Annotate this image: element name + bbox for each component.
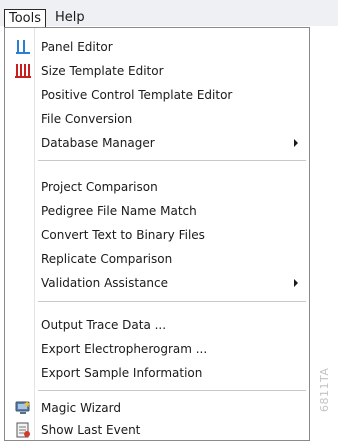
menu-item-database-manager[interactable]: Database Manager (5, 132, 309, 154)
menu-item-convert-text-to-binary[interactable]: Convert Text to Binary Files (5, 224, 309, 246)
size-template-icon (15, 64, 31, 78)
menu-item-label: Pedigree File Name Match (41, 204, 197, 218)
magic-wizard-icon (15, 401, 30, 414)
tools-dropdown-menu: Panel Editor Size Template Editor Positi… (4, 27, 310, 441)
menu-item-label: Replicate Comparison (41, 252, 173, 266)
menu-item-label: Project Comparison (41, 180, 158, 194)
submenu-arrow-icon (294, 139, 298, 147)
menu-item-label: Show Last Event (41, 423, 141, 437)
show-last-event-icon (16, 422, 30, 438)
menu-item-label: File Conversion (41, 112, 133, 126)
menu-separator (38, 390, 306, 392)
menu-item-validation-assistance[interactable]: Validation Assistance (5, 272, 309, 294)
menu-separator (38, 160, 306, 162)
menu-item-export-electropherogram[interactable]: Export Electropherogram ... (5, 338, 309, 360)
menu-item-label: Panel Editor (41, 40, 113, 54)
menu-item-label: Validation Assistance (41, 276, 169, 290)
menu-tools[interactable]: Tools (4, 9, 47, 27)
menu-item-label: Size Template Editor (41, 64, 164, 78)
menu-item-file-conversion[interactable]: File Conversion (5, 108, 309, 130)
menu-item-size-template-editor[interactable]: Size Template Editor (5, 60, 309, 82)
panel-editor-icon (16, 40, 30, 54)
menu-item-positive-control-template-editor[interactable]: Positive Control Template Editor (5, 84, 309, 106)
submenu-arrow-icon (294, 279, 298, 287)
menu-item-magic-wizard[interactable]: Magic Wizard (5, 397, 309, 419)
menu-item-label: Positive Control Template Editor (41, 88, 233, 102)
menu-item-label: Export Sample Information (41, 366, 203, 380)
menu-item-export-sample-information[interactable]: Export Sample Information (5, 362, 309, 384)
menu-item-label: Magic Wizard (41, 401, 121, 415)
menu-item-label: Export Electropherogram ... (41, 342, 208, 356)
menu-item-label: Output Trace Data ... (41, 318, 167, 332)
menu-separator (38, 301, 306, 303)
menu-item-label: Database Manager (41, 136, 155, 150)
menu-item-show-last-event[interactable]: Show Last Event (5, 419, 309, 441)
menu-item-pedigree-file-name-match[interactable]: Pedigree File Name Match (5, 200, 309, 222)
menu-help[interactable]: Help (51, 9, 89, 27)
menu-item-project-comparison[interactable]: Project Comparison (5, 176, 309, 198)
figure-id-label: 6811TA (318, 367, 331, 412)
menu-item-output-trace-data[interactable]: Output Trace Data ... (5, 314, 309, 336)
menu-item-panel-editor[interactable]: Panel Editor (5, 36, 309, 58)
menu-item-label: Convert Text to Binary Files (41, 228, 205, 242)
menu-item-replicate-comparison[interactable]: Replicate Comparison (5, 248, 309, 270)
menu-bar: Tools Help (0, 0, 338, 27)
